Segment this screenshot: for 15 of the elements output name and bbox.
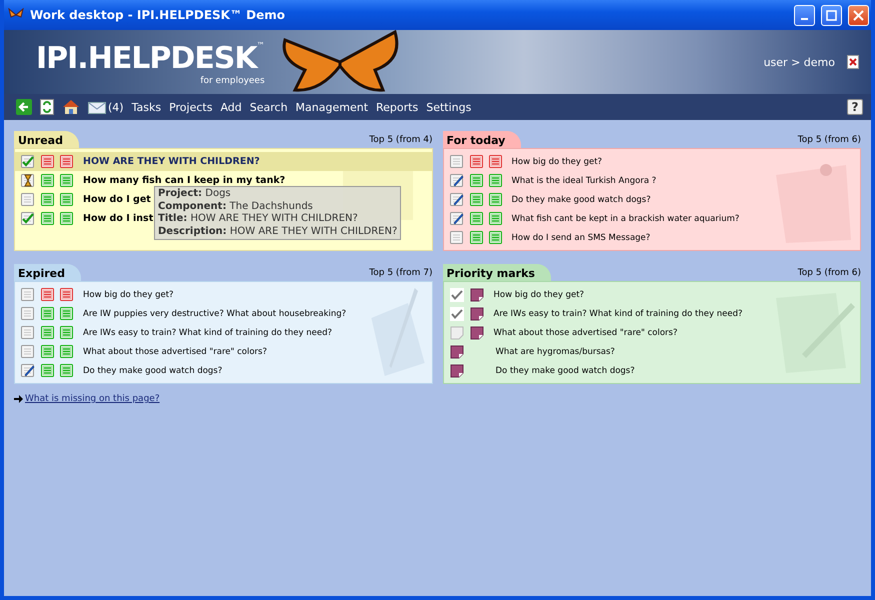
panel-summary: Top 5 (from 7) — [369, 268, 432, 280]
panel-title: For today — [442, 131, 522, 148]
trademark: ™ — [256, 40, 265, 50]
window-title: Work desktop - IPI.HELPDESK™ Demo — [30, 8, 286, 22]
tooltip: Project: Dogs Component: The Dachshunds Title: HOW ARE THEY WITH CHILDREN? Description: HOW ARE THEY WITH CHILDREN? — [154, 186, 402, 240]
panel-title: Priority marks — [442, 264, 551, 281]
panel-summary: Top 5 (from 6) — [798, 135, 861, 147]
logo-subtitle: for employees — [200, 76, 265, 86]
user-label: user > demo — [764, 56, 835, 68]
panel-title: Unread — [14, 131, 79, 148]
logo-text: IPI.HELPDESK — [36, 40, 257, 76]
panel-summary: Top 5 (from 6) — [798, 268, 861, 280]
panel-title: Expired — [14, 264, 82, 281]
panel-summary: Top 5 (from 4) — [369, 135, 432, 147]
mail-count: (4) — [108, 100, 124, 114]
